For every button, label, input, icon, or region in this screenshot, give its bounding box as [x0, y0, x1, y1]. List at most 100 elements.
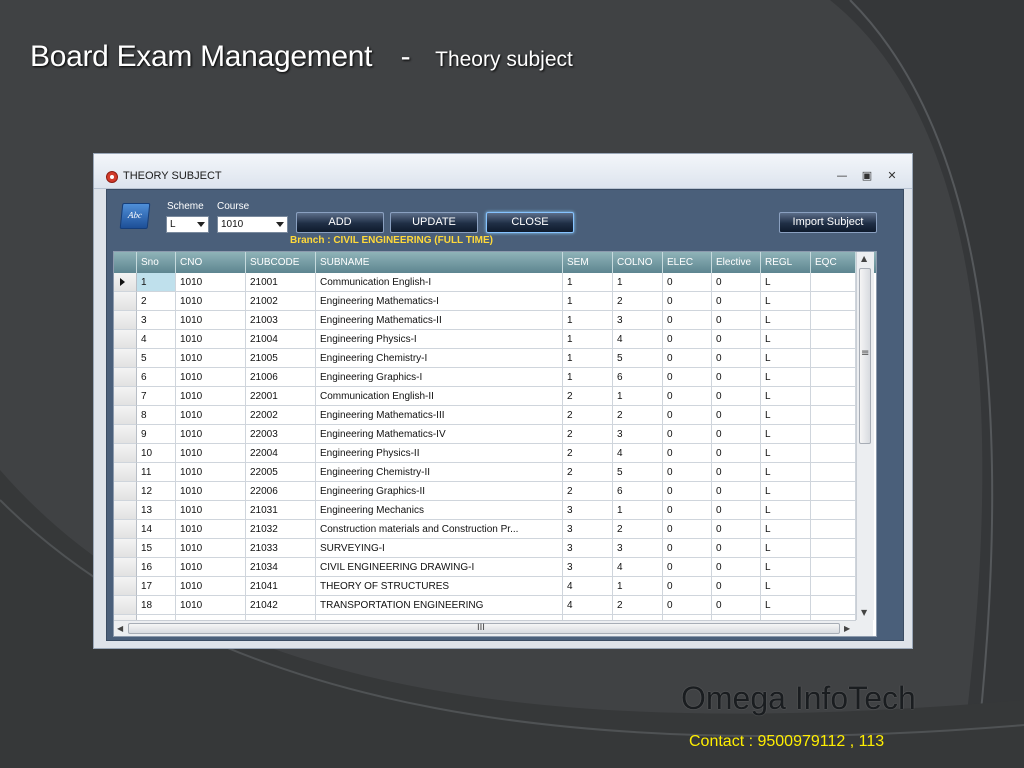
table-row[interactable]: 8 1010 22002 Engineering Mathematics-III 2 2 0…	[114, 406, 876, 425]
vertical-scrollbar[interactable]: ▲ ≡ ▼	[856, 252, 874, 620]
cell-sno[interactable]: 9	[137, 425, 176, 444]
cell-eqc[interactable]	[811, 292, 856, 311]
row-header[interactable]	[114, 539, 137, 558]
cell-eqc[interactable]	[811, 463, 856, 482]
cell-regl[interactable]: L	[761, 596, 811, 615]
table-row[interactable]: 7 1010 22001 Communication English-II 2 1 0 0 L	[114, 387, 876, 406]
cell-regl[interactable]: L	[761, 501, 811, 520]
minimize-icon[interactable]: —	[835, 169, 849, 183]
close-button[interactable]: CLOSE	[486, 212, 574, 233]
table-row[interactable]: 9 1010 22003 Engineering Mathematics-IV 2 3 0 0…	[114, 425, 876, 444]
course-select[interactable]: 1010	[217, 216, 288, 233]
cell-elec[interactable]: 0	[663, 596, 712, 615]
cell-cno[interactable]: 1010	[176, 482, 246, 501]
scroll-right-icon[interactable]: ▶	[844, 624, 850, 633]
cell-elective[interactable]: 0	[712, 558, 761, 577]
cell-subname[interactable]: Engineering Physics-I	[316, 330, 563, 349]
cell-cno[interactable]: 1010	[176, 406, 246, 425]
column-header-elective[interactable]: Elective	[712, 252, 761, 273]
cell-subcode[interactable]: 21004	[246, 330, 316, 349]
cell-sno[interactable]: 13	[137, 501, 176, 520]
cell-regl[interactable]: L	[761, 311, 811, 330]
cell-eqc[interactable]	[811, 596, 856, 615]
table-row[interactable]: 17 1010 21041 THEORY OF STRUCTURES 4 1 0 0 L	[114, 577, 876, 596]
row-header[interactable]	[114, 387, 137, 406]
column-header-subname[interactable]: SUBNAME	[316, 252, 563, 273]
cell-eqc[interactable]	[811, 273, 856, 292]
cell-sem[interactable]: 2	[563, 387, 613, 406]
table-row[interactable]: 4 1010 21004 Engineering Physics-I 1 4 0 0 L	[114, 330, 876, 349]
cell-regl[interactable]: L	[761, 292, 811, 311]
cell-sno[interactable]: 18	[137, 596, 176, 615]
cell-cno[interactable]: 1010	[176, 558, 246, 577]
row-header[interactable]	[114, 520, 137, 539]
cell-elec[interactable]: 0	[663, 349, 712, 368]
cell-cno[interactable]: 1010	[176, 425, 246, 444]
cell-sem[interactable]: 3	[563, 539, 613, 558]
table-row[interactable]: 5 1010 21005 Engineering Chemistry-I 1 5 0 0 L	[114, 349, 876, 368]
scheme-select[interactable]: L	[166, 216, 209, 233]
cell-sem[interactable]: 1	[563, 349, 613, 368]
cell-elec[interactable]: 0	[663, 311, 712, 330]
cell-sno[interactable]: 5	[137, 349, 176, 368]
cell-elective[interactable]: 0	[712, 387, 761, 406]
cell-elective[interactable]: 0	[712, 444, 761, 463]
cell-elec[interactable]: 0	[663, 577, 712, 596]
row-header[interactable]	[114, 577, 137, 596]
cell-subcode[interactable]: 22003	[246, 425, 316, 444]
cell-subname[interactable]: Engineering Chemistry-I	[316, 349, 563, 368]
cell-elective[interactable]: 0	[712, 501, 761, 520]
cell-eqc[interactable]	[811, 558, 856, 577]
cell-regl[interactable]: L	[761, 577, 811, 596]
cell-eqc[interactable]	[811, 406, 856, 425]
cell-subcode[interactable]: 21006	[246, 368, 316, 387]
cell-subcode[interactable]: 21042	[246, 596, 316, 615]
cell-cno[interactable]: 1010	[176, 501, 246, 520]
cell-sem[interactable]: 3	[563, 558, 613, 577]
cell-sno[interactable]: 10	[137, 444, 176, 463]
cell-elec[interactable]: 0	[663, 444, 712, 463]
row-header[interactable]	[114, 273, 137, 292]
column-header-sno[interactable]: Sno	[137, 252, 176, 273]
cell-cno[interactable]: 1010	[176, 539, 246, 558]
column-header-sem[interactable]: SEM	[563, 252, 613, 273]
cell-subcode[interactable]: 22001	[246, 387, 316, 406]
cell-sem[interactable]: 1	[563, 311, 613, 330]
cell-sno[interactable]: 11	[137, 463, 176, 482]
cell-sem[interactable]: 3	[563, 501, 613, 520]
cell-cno[interactable]: 1010	[176, 273, 246, 292]
cell-regl[interactable]: L	[761, 482, 811, 501]
cell-elec[interactable]: 0	[663, 292, 712, 311]
cell-colno[interactable]: 5	[613, 463, 663, 482]
cell-eqc[interactable]	[811, 387, 856, 406]
cell-cno[interactable]: 1010	[176, 444, 246, 463]
table-row[interactable]: 13 1010 21031 Engineering Mechanics 3 1 0 0 L	[114, 501, 876, 520]
cell-subcode[interactable]: 21001	[246, 273, 316, 292]
cell-subcode[interactable]: 21034	[246, 558, 316, 577]
cell-colno[interactable]: 2	[613, 406, 663, 425]
column-header-regl[interactable]: REGL	[761, 252, 811, 273]
cell-sem[interactable]: 2	[563, 463, 613, 482]
cell-cno[interactable]: 1010	[176, 596, 246, 615]
cell-regl[interactable]: L	[761, 330, 811, 349]
cell-elec[interactable]: 0	[663, 330, 712, 349]
cell-subcode[interactable]: 21041	[246, 577, 316, 596]
cell-sem[interactable]: 4	[563, 596, 613, 615]
cell-subcode[interactable]: 22006	[246, 482, 316, 501]
cell-sem[interactable]: 1	[563, 292, 613, 311]
cell-elective[interactable]: 0	[712, 482, 761, 501]
cell-eqc[interactable]	[811, 425, 856, 444]
table-row[interactable]: 14 1010 21032 Construction materials and Co…	[114, 520, 876, 539]
table-row[interactable]: 12 1010 22006 Engineering Graphics-II 2 6 0 0 L	[114, 482, 876, 501]
cell-subname[interactable]: Engineering Graphics-I	[316, 368, 563, 387]
cell-subname[interactable]: Communication English-I	[316, 273, 563, 292]
cell-subname[interactable]: CIVIL ENGINEERING DRAWING-I	[316, 558, 563, 577]
row-header[interactable]	[114, 311, 137, 330]
cell-subcode[interactable]: 21032	[246, 520, 316, 539]
cell-elective[interactable]: 0	[712, 520, 761, 539]
cell-regl[interactable]: L	[761, 349, 811, 368]
cell-eqc[interactable]	[811, 482, 856, 501]
cell-elective[interactable]: 0	[712, 463, 761, 482]
cell-elec[interactable]: 0	[663, 425, 712, 444]
cell-sem[interactable]: 1	[563, 330, 613, 349]
